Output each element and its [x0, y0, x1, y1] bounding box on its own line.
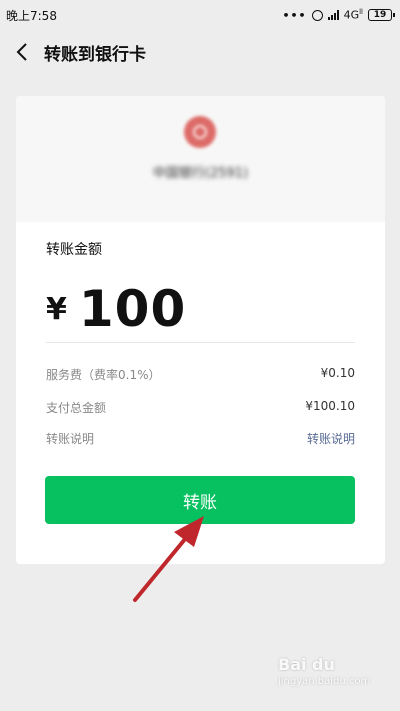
service-fee-label: 服务费（费率0.1%）: [46, 368, 161, 382]
amount-label: 转账金额: [46, 242, 102, 258]
transfer-card: 中国银行(2591) 转账金额 ¥ 100 服务费（费率0.1%） ¥0.10 …: [16, 96, 385, 564]
amount-display: ¥ 100: [46, 280, 186, 338]
signal-icon: [327, 10, 339, 20]
baidu-watermark: Bai du jingyan.baidu.com: [278, 655, 388, 705]
status-time: 晚上7:58: [6, 8, 57, 23]
nav-bar: 转账到银行卡: [0, 30, 400, 74]
alarm-icon: [311, 9, 323, 21]
amount-value: 100: [78, 280, 187, 338]
transfer-note-row: 转账说明 转账说明: [46, 430, 355, 447]
page-title: 转账到银行卡: [44, 44, 146, 65]
total-amount-label: 支付总金额: [46, 401, 107, 415]
total-amount-value: ¥100.10: [305, 399, 355, 413]
bank-card-header: 中国银行(2591): [16, 96, 385, 222]
watermark-logo: Bai du: [278, 655, 335, 674]
watermark-text: jingyan.baidu.com: [278, 676, 371, 687]
network-type: 4Gll: [343, 8, 363, 22]
chevron-left-icon: [16, 43, 27, 61]
transfer-note-link[interactable]: 转账说明: [307, 430, 355, 447]
currency-symbol: ¥: [46, 291, 67, 327]
divider: [46, 342, 355, 343]
bank-logo-icon: [184, 116, 216, 148]
status-indicators: ••• 4Gll 19: [282, 8, 395, 22]
battery-level: 19: [373, 10, 387, 20]
battery-icon: 19: [368, 9, 395, 21]
bank-name: 中国银行(2591): [152, 166, 249, 181]
total-amount-row: 支付总金额 ¥100.10: [46, 399, 355, 416]
transfer-note-label: 转账说明: [46, 432, 95, 446]
transfer-button[interactable]: 转账: [45, 476, 355, 524]
service-fee-value: ¥0.10: [320, 366, 355, 380]
status-bar: 晚上7:58 ••• 4Gll 19: [0, 0, 400, 30]
back-button[interactable]: [2, 30, 42, 74]
notification-dots-icon: •••: [282, 8, 307, 22]
service-fee-row: 服务费（费率0.1%） ¥0.10: [46, 366, 355, 383]
